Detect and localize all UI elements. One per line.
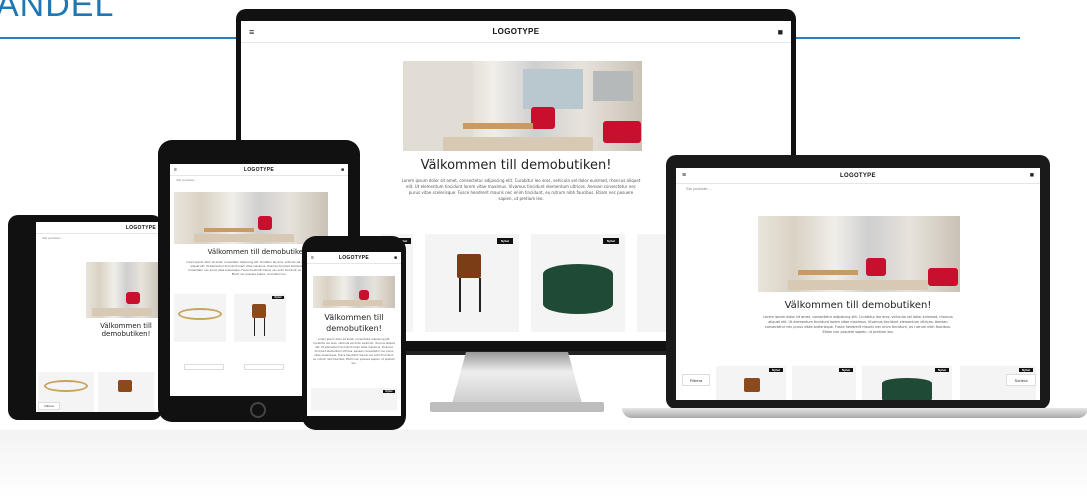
product-badge: Nyhet	[1019, 368, 1033, 372]
phone-hero-image	[313, 276, 395, 308]
desktop-logo[interactable]: LOGOTYPE	[492, 27, 539, 36]
left-tablet-hero-image	[86, 262, 160, 318]
bag-icon[interactable]: ■	[394, 255, 397, 261]
desktop-header: ≡ LOGOTYPE ■	[241, 21, 791, 43]
tablet-add-button[interactable]	[184, 364, 224, 370]
phone-screen: ≡ LOGOTYPE ■ Välkommen till demobutiken!…	[307, 252, 401, 416]
page-heading: ANDEL	[0, 0, 115, 24]
laptop-filter-button[interactable]: Filtrera	[682, 374, 710, 386]
left-tablet-welcome: Välkommen till demobutiken!	[100, 322, 152, 338]
phone-product[interactable]: Nyhet	[311, 388, 397, 410]
phone-logo[interactable]: LOGOTYPE	[339, 255, 369, 261]
laptop-header: ≡ LOGOTYPE ■	[676, 168, 1040, 184]
left-tablet-header: LOGOTYPE	[36, 222, 160, 234]
tablet-header: ≡ LOGOTYPE ■	[170, 164, 348, 176]
hamburger-icon[interactable]: ≡	[249, 27, 254, 37]
hamburger-icon[interactable]: ≡	[682, 172, 686, 179]
left-tablet-screen: LOGOTYPE Sök produkter ... Välkommen til…	[36, 222, 160, 412]
left-tablet-product[interactable]	[98, 372, 154, 412]
hamburger-icon[interactable]: ≡	[174, 167, 177, 173]
tablet-add-button[interactable]	[244, 364, 284, 370]
product-badge: Nyhet	[935, 368, 949, 372]
bag-icon[interactable]: ■	[778, 27, 783, 37]
laptop-product[interactable]: Nyhet	[862, 366, 952, 400]
device-showcase: ANDEL ≡ LOGOTYPE ■ Välkommen till demobu…	[0, 0, 1087, 499]
tablet-hero-image	[174, 192, 328, 244]
tablet-home-button[interactable]	[250, 402, 266, 418]
bag-icon[interactable]: ■	[1030, 172, 1034, 179]
product-badge: Nyhet	[497, 238, 513, 244]
laptop-hero-image	[758, 216, 960, 292]
desktop-lorem: Lorem ipsum dolor sit amet, consectetur …	[401, 178, 641, 201]
phone-header: ≡ LOGOTYPE ■	[307, 252, 401, 264]
laptop-search[interactable]: Sök produkter ...	[676, 184, 1040, 194]
phone-lorem: Lorem ipsum dolor sit amet, consectetur …	[313, 338, 395, 365]
product-badge: Nyhet	[383, 390, 395, 393]
product-badge: Nyhet	[603, 238, 619, 244]
floor-reflection	[0, 430, 1087, 499]
tablet-logo[interactable]: LOGOTYPE	[244, 167, 274, 173]
tablet-product[interactable]: Nyhet	[234, 294, 286, 342]
bag-icon[interactable]: ■	[341, 167, 344, 173]
product-badge: Nyhet	[272, 296, 284, 299]
left-tablet-filter-button[interactable]: Filtrera	[38, 402, 60, 410]
monitor-stand-base	[430, 402, 604, 412]
left-tablet-search[interactable]: Sök produkter ...	[36, 234, 160, 242]
left-tablet-logo[interactable]: LOGOTYPE	[126, 225, 156, 231]
laptop-logo[interactable]: LOGOTYPE	[840, 173, 876, 179]
laptop-product[interactable]: Nyhet	[716, 366, 786, 400]
tablet-product[interactable]	[174, 294, 226, 342]
laptop-base	[622, 408, 1087, 418]
tablet-search[interactable]: Sök produkter ...	[170, 176, 348, 184]
hamburger-icon[interactable]: ≡	[311, 255, 314, 261]
monitor-stand	[452, 352, 582, 402]
product-badge: Nyhet	[769, 368, 783, 372]
phone-welcome: Välkommen till demobutiken!	[324, 313, 384, 333]
laptop-welcome: Välkommen till demobutiken!	[784, 300, 932, 311]
desktop-product-card[interactable]: Nyhet	[531, 234, 625, 332]
desktop-product-card[interactable]: Nyhet	[425, 234, 519, 332]
laptop-screen: ≡ LOGOTYPE ■ Sök produkter ... Välkommen…	[676, 168, 1040, 400]
desktop-hero-image	[403, 61, 642, 151]
laptop-lorem: Lorem ipsum dolor sit amet, consectetur …	[763, 315, 953, 334]
laptop-product[interactable]: Nyhet	[792, 366, 856, 400]
product-badge: Nyhet	[839, 368, 853, 372]
laptop-sort-button[interactable]: Sortera	[1006, 374, 1036, 386]
